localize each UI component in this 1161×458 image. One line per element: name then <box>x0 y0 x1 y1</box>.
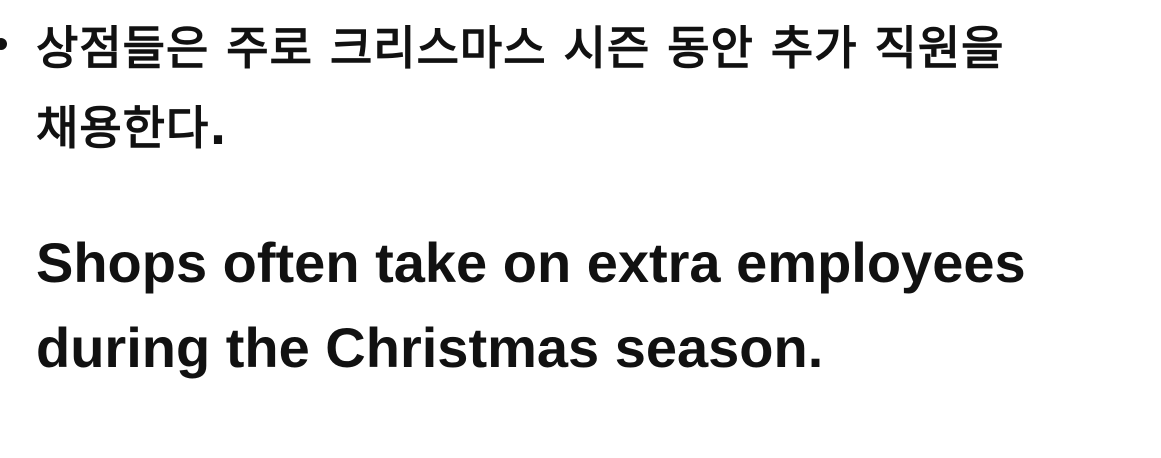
english-sentence-line-2: during the Christmas season. <box>36 316 824 379</box>
english-sentence: Shops often take on extra employees duri… <box>36 220 1156 390</box>
korean-sentence: 상점들은 주로 크리스마스 시즌 동안 추가 직원을 채용한다. <box>36 8 1156 168</box>
bullet-icon <box>0 38 7 50</box>
english-sentence-line-1: Shops often take on extra employees <box>36 231 1026 294</box>
korean-sentence-line-2: 채용한다. <box>36 101 228 155</box>
korean-sentence-line-1: 상점들은 주로 크리스마스 시즌 동안 추가 직원을 <box>36 21 1005 75</box>
